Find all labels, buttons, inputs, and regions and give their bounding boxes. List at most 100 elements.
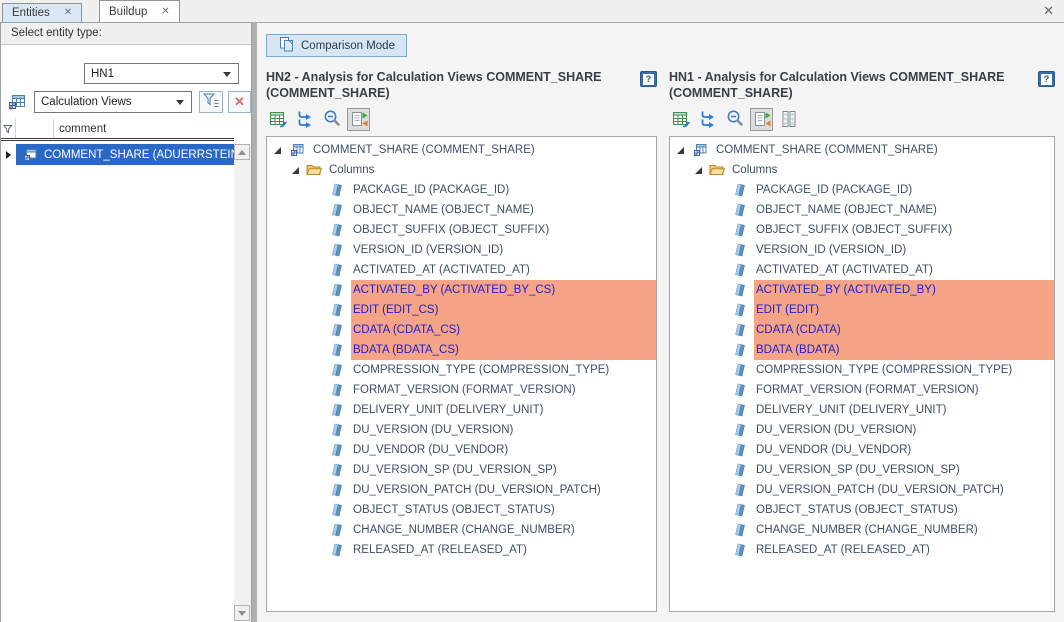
tree-folder-columns[interactable]: Columns (267, 160, 656, 180)
tree-column-item[interactable]: EDIT (EDIT_CS) (267, 300, 656, 320)
tree-column-item[interactable]: DU_VERSION_PATCH (DU_VERSION_PATCH) (267, 480, 656, 500)
tree-column-item[interactable]: DU_VERSION_PATCH (DU_VERSION_PATCH) (670, 480, 1054, 500)
column-icon (734, 463, 746, 477)
tree-column-item[interactable]: PACKAGE_ID (PACKAGE_ID) (267, 180, 656, 200)
tree-column-label: FORMAT_VERSION (FORMAT_VERSION) (351, 380, 656, 400)
tab-entities[interactable]: Entities ✕ (2, 3, 82, 22)
tab-buildup-close-icon[interactable]: ✕ (161, 7, 169, 17)
zoom-out-icon-button[interactable] (320, 108, 343, 131)
column-icon (734, 523, 746, 537)
calculation-view-icon (22, 147, 38, 163)
filter-button[interactable] (199, 91, 223, 113)
grid-icon-column-header (16, 119, 54, 138)
zoom-out-icon-button[interactable] (723, 108, 746, 131)
grid-filter-icon[interactable] (1, 119, 16, 138)
export-excel-icon-button[interactable] (266, 108, 289, 131)
entity-row-selected[interactable]: COMMENT_SHARE (ADUERRSTEIN_T (1, 144, 234, 165)
transfer-icon-button[interactable] (696, 108, 719, 131)
tree-column-item[interactable]: COMPRESSION_TYPE (COMPRESSION_TYPE) (267, 360, 656, 380)
tree-column-item[interactable]: EDIT (EDIT) (670, 300, 1054, 320)
column-icon (331, 283, 343, 297)
tree-column-item[interactable]: OBJECT_SUFFIX (OBJECT_SUFFIX) (670, 220, 1054, 240)
tree-column-item[interactable]: COMPRESSION_TYPE (COMPRESSION_TYPE) (670, 360, 1054, 380)
tree-root[interactable]: COMMENT_SHARE (COMMENT_SHARE) (267, 140, 656, 160)
tree-column-item[interactable]: CDATA (CDATA_CS) (267, 320, 656, 340)
tree-column-item[interactable]: DU_VENDOR (DU_VENDOR) (267, 440, 656, 460)
column-icon (331, 263, 343, 277)
tree-column-item[interactable]: CDATA (CDATA) (670, 320, 1054, 340)
column-icon (331, 423, 343, 437)
column-icon (734, 323, 746, 337)
tree-column-item[interactable]: VERSION_ID (VERSION_ID) (670, 240, 1054, 260)
tree-column-item[interactable]: ACTIVATED_BY (ACTIVATED_BY) (670, 280, 1054, 300)
column-icon (331, 223, 343, 237)
expand-icon[interactable] (677, 147, 684, 154)
column-icon (734, 263, 746, 277)
entity-sidebar: Select entity type: HN1 Calculation View… (0, 22, 252, 622)
help-icon-glyph: ? (1041, 74, 1052, 85)
tab-entities-label: Entities (12, 7, 50, 19)
comparison-mode-button[interactable]: Comparison Mode (266, 34, 407, 57)
expand-icon[interactable] (695, 167, 702, 174)
tree-column-item[interactable]: PACKAGE_ID (PACKAGE_ID) (670, 180, 1054, 200)
folder-icon (709, 162, 725, 178)
compare-icon-button[interactable] (750, 108, 773, 131)
tree-column-label: COMPRESSION_TYPE (COMPRESSION_TYPE) (754, 360, 1054, 380)
comparison-mode-label: Comparison Mode (301, 40, 395, 52)
tree-column-item[interactable]: ACTIVATED_AT (ACTIVATED_AT) (267, 260, 656, 280)
help-icon[interactable]: ? (640, 71, 657, 87)
tree-column-item[interactable]: OBJECT_NAME (OBJECT_NAME) (670, 200, 1054, 220)
tab-buildup[interactable]: Buildup ✕ (99, 0, 180, 22)
tree-column-item[interactable]: OBJECT_SUFFIX (OBJECT_SUFFIX) (267, 220, 656, 240)
tree-column-item[interactable]: DU_VERSION_SP (DU_VERSION_SP) (670, 460, 1054, 480)
sidebar-scrollbar[interactable] (234, 144, 251, 621)
column-icon (734, 283, 746, 297)
tree-column-label: PACKAGE_ID (PACKAGE_ID) (754, 180, 1054, 200)
tree-column-item[interactable]: ACTIVATED_BY (ACTIVATED_BY_CS) (267, 280, 656, 300)
tree-folder-columns[interactable]: Columns (670, 160, 1054, 180)
tree-column-item[interactable]: DU_VERSION (DU_VERSION) (267, 420, 656, 440)
transfer-icon-button[interactable] (293, 108, 316, 131)
tab-entities-close-icon[interactable]: ✕ (64, 8, 72, 18)
filter-icon (202, 91, 220, 114)
tree-column-item[interactable]: DU_VENDOR (DU_VENDOR) (670, 440, 1054, 460)
tree-column-item[interactable]: CHANGE_NUMBER (CHANGE_NUMBER) (670, 520, 1054, 540)
tree-column-item[interactable]: ACTIVATED_AT (ACTIVATED_AT) (670, 260, 1054, 280)
help-icon[interactable]: ? (1038, 71, 1055, 87)
tree-column-item[interactable]: DELIVERY_UNIT (DELIVERY_UNIT) (267, 400, 656, 420)
tree-column-item[interactable]: FORMAT_VERSION (FORMAT_VERSION) (670, 380, 1054, 400)
grid-comment-column-header[interactable]: comment (54, 119, 234, 138)
tree-column-label: OBJECT_NAME (OBJECT_NAME) (754, 200, 1054, 220)
tree-column-item[interactable]: VERSION_ID (VERSION_ID) (267, 240, 656, 260)
close-icon[interactable]: ✕ (1043, 3, 1054, 19)
scroll-down-icon[interactable] (234, 605, 250, 621)
tree-column-item[interactable]: DU_VERSION_SP (DU_VERSION_SP) (267, 460, 656, 480)
tree-column-label: BDATA (BDATA_CS) (351, 340, 656, 360)
tree-column-item[interactable]: OBJECT_STATUS (OBJECT_STATUS) (267, 500, 656, 520)
expand-icon[interactable] (292, 167, 299, 174)
tree-column-item[interactable]: RELEASED_AT (RELEASED_AT) (267, 540, 656, 560)
tree-root[interactable]: COMMENT_SHARE (COMMENT_SHARE) (670, 140, 1054, 160)
export-excel-icon-button[interactable] (669, 108, 692, 131)
expand-icon[interactable] (274, 147, 281, 154)
tree-column-item[interactable]: DELIVERY_UNIT (DELIVERY_UNIT) (670, 400, 1054, 420)
tree-column-item[interactable]: RELEASED_AT (RELEASED_AT) (670, 540, 1054, 560)
tree-column-item[interactable]: BDATA (BDATA_CS) (267, 340, 656, 360)
tree-column-label: FORMAT_VERSION (FORMAT_VERSION) (754, 380, 1054, 400)
tree-column-item[interactable]: OBJECT_STATUS (OBJECT_STATUS) (670, 500, 1054, 520)
tree-column-item[interactable]: BDATA (BDATA) (670, 340, 1054, 360)
tree-column-item[interactable]: OBJECT_NAME (OBJECT_NAME) (267, 200, 656, 220)
entity-type-select[interactable]: Calculation Views (34, 91, 192, 113)
clear-filter-button[interactable]: ✕ (228, 91, 251, 113)
tree-column-label: BDATA (BDATA) (754, 340, 1054, 360)
system-select[interactable]: HN1 (84, 63, 239, 84)
compare-icon-button[interactable] (347, 108, 370, 131)
tree-column-item[interactable]: FORMAT_VERSION (FORMAT_VERSION) (267, 380, 656, 400)
comparison-area: Comparison Mode HN2 - Analysis for Calcu… (257, 22, 1064, 622)
column-icon (734, 343, 746, 357)
tree-column-label: OBJECT_STATUS (OBJECT_STATUS) (754, 500, 1054, 520)
tree-column-item[interactable]: CHANGE_NUMBER (CHANGE_NUMBER) (267, 520, 656, 540)
tree-column-item[interactable]: DU_VERSION (DU_VERSION) (670, 420, 1054, 440)
grid-view-icon-button[interactable] (777, 108, 800, 131)
scroll-up-icon[interactable] (234, 144, 250, 160)
